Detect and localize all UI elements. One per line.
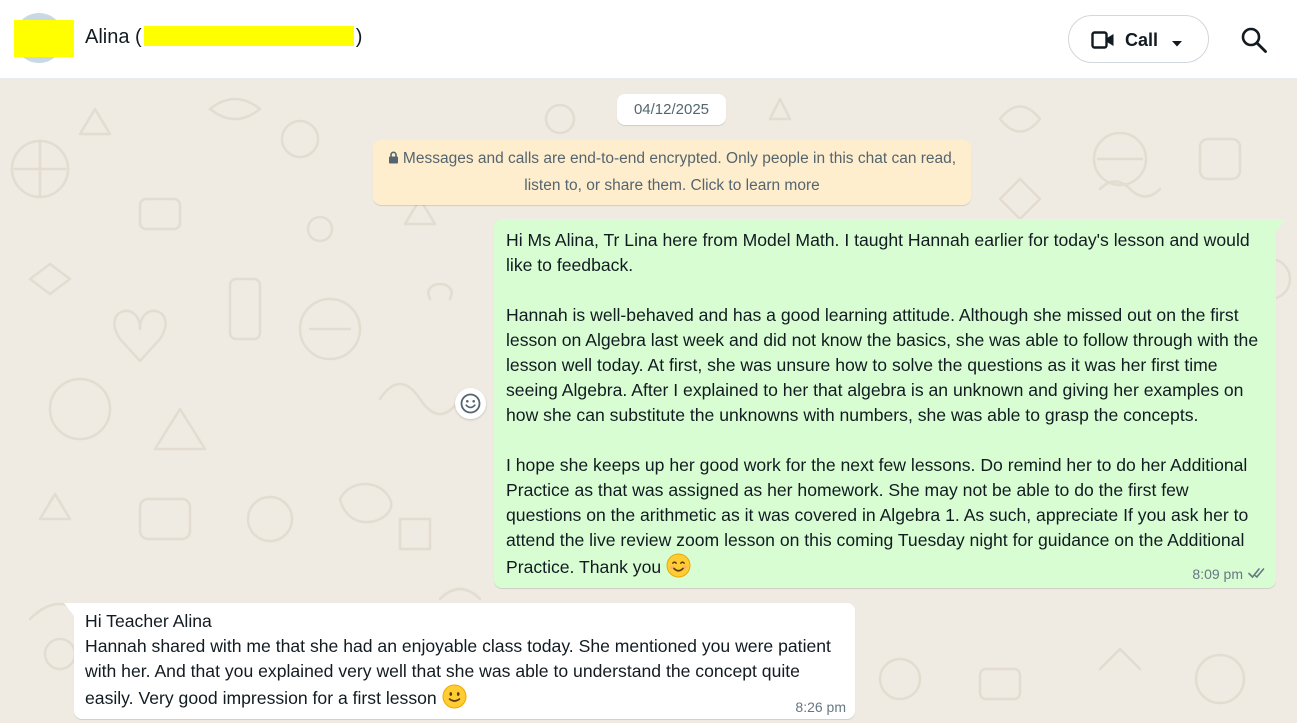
encryption-notice[interactable]: Messages and calls are end-to-end encryp…: [373, 140, 971, 205]
incoming-bubble-tail: [64, 603, 74, 616]
message-time: 8:26 pm: [795, 699, 846, 715]
message-time: 8:09 pm: [1192, 566, 1243, 582]
outgoing-bubble-tail: [1276, 219, 1285, 232]
lock-icon: [388, 147, 399, 173]
video-camera-icon: [1091, 30, 1115, 55]
double-check-icon: [1248, 566, 1266, 582]
add-reaction-button[interactable]: [455, 388, 486, 419]
smiling-face-with-smiling-eyes-icon: [666, 553, 691, 585]
chat-area[interactable]: 04/12/2025 Messages and calls are end-to…: [0, 79, 1297, 723]
chat-header: Alina () Call: [0, 0, 1297, 79]
message-meta: 8:09 pm: [1192, 566, 1266, 582]
date-chip: 04/12/2025: [617, 94, 726, 125]
avatar-redaction: [14, 20, 74, 57]
contact-name[interactable]: Alina (): [85, 26, 362, 49]
contact-name-suffix: ): [355, 26, 363, 48]
emoji-react-icon: [460, 393, 481, 414]
caret-down-icon[interactable]: [1171, 35, 1183, 53]
incoming-message[interactable]: Hi Teacher Alina Hannah shared with me t…: [74, 603, 855, 719]
slightly-smiling-face-icon: [442, 684, 467, 716]
contact-name-prefix: Alina (: [85, 26, 142, 48]
outgoing-message[interactable]: Hi Ms Alina, Tr Lina here from Model Mat…: [494, 219, 1276, 588]
call-label: Call: [1125, 30, 1159, 50]
message-text: Hi Ms Alina, Tr Lina here from Model Mat…: [506, 230, 1259, 577]
name-redaction: [143, 26, 354, 46]
search-icon[interactable]: [1240, 26, 1268, 54]
call-button[interactable]: Call: [1068, 15, 1209, 63]
encryption-notice-text: Messages and calls are end-to-end encryp…: [402, 150, 957, 194]
